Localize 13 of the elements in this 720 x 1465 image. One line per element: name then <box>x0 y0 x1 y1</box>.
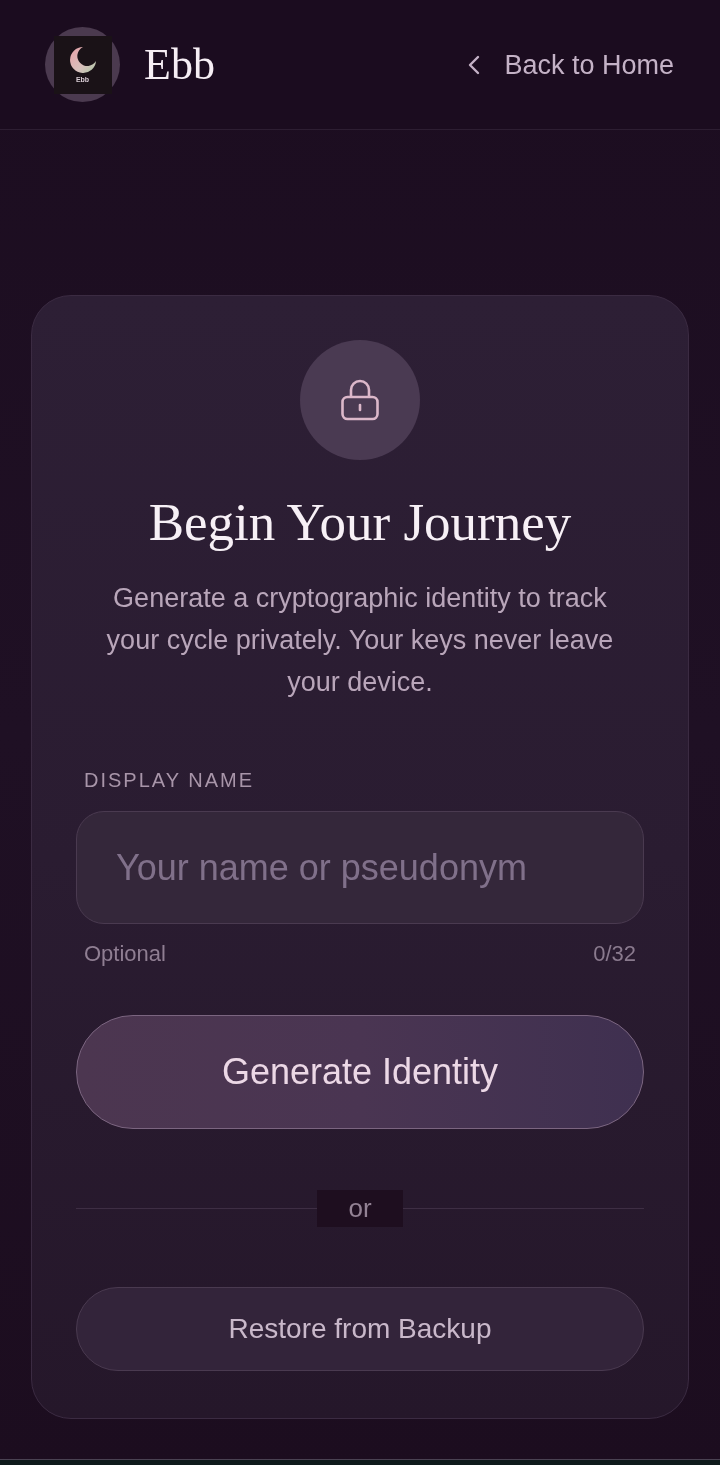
crescent-moon-icon <box>69 47 96 73</box>
back-to-home-link[interactable]: Back to Home <box>468 48 674 81</box>
divider-label: or <box>317 1190 403 1227</box>
field-label: DISPLAY NAME <box>84 768 254 792</box>
character-counter: 0/32 <box>593 942 636 966</box>
restore-from-backup-button[interactable]: Restore from Backup <box>76 1287 644 1371</box>
card-description: Generate a cryptographic identity to track your cycle privately. Your keys never leave your device. <box>105 582 615 699</box>
card-title: Begin Your Journey <box>148 493 572 551</box>
generate-identity-button[interactable]: Generate Identity <box>76 1015 644 1129</box>
app-name: Ebb <box>144 39 215 90</box>
field-hint: Optional <box>84 942 166 966</box>
chevron-left-icon <box>468 54 481 75</box>
display-name-input[interactable]: Your name or pseudonym <box>76 811 644 924</box>
